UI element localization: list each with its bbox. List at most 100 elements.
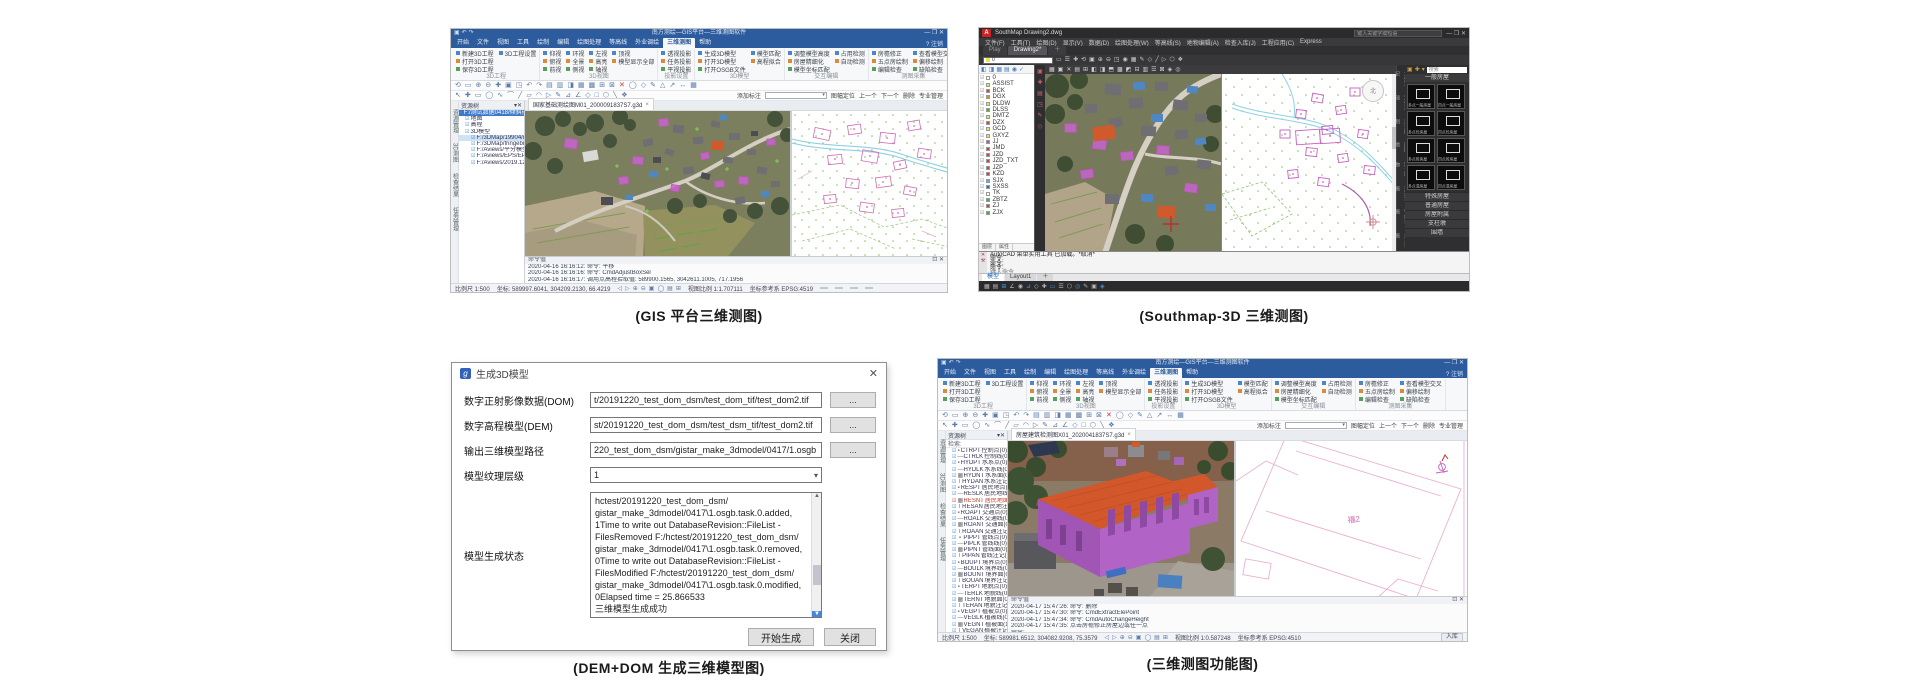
menu-item[interactable]: 绘图处理(W) [1115,38,1149,46]
ribbon-tab[interactable]: 绘制 [1020,368,1040,378]
aerial-3d-view[interactable] [525,111,790,256]
window-controls[interactable]: — ❐ ✕ [924,29,944,38]
browse-button[interactable]: ... [830,442,876,458]
side-tab[interactable]: 3D测图 [451,143,459,163]
ribbon-tab[interactable]: 编辑 [1040,368,1060,378]
toolbar-icon[interactable]: ▭ [962,421,969,431]
layer-color-swatch[interactable] [986,198,990,202]
layer-color-swatch[interactable] [986,140,990,144]
file-tab[interactable]: Drawing2* [1008,46,1048,55]
vector-parcel-view[interactable]: 福2 [1236,441,1467,596]
status-icon[interactable]: ◁ [617,285,622,292]
toolbar-icon[interactable]: ⟲ [942,411,948,421]
house-template-tile[interactable]: 四点一般房屋 [1437,84,1465,109]
image-tool-icon[interactable]: ⬒ [1108,66,1114,73]
toolbar-icon[interactable]: ⟲ [455,81,461,91]
layer-tool-icon[interactable]: ◧ [981,66,987,73]
image-tool-icon[interactable]: ◎ [1175,66,1180,73]
toolbar-icon[interactable]: ↔ [679,81,686,91]
ribbon-button[interactable]: 模型坐标匹配 [1275,395,1317,403]
tree-filter[interactable]: 检索: [946,440,1007,448]
close-tab-icon[interactable]: × [1127,432,1131,438]
path-input[interactable]: t/20191220_test_dom_dsm/test_dom_tif/tes… [590,392,822,408]
menu-item[interactable]: 地物编辑(A) [1187,38,1219,46]
ribbon-button[interactable]: 3D工程设置 [986,379,1024,387]
toolbar-icon[interactable]: ↗ [669,81,675,91]
status-icon[interactable]: ◁ [1104,634,1109,641]
status-icon[interactable]: ⬡ [1067,283,1072,290]
ribbon-tab[interactable]: 外业调绘 [1118,368,1150,378]
file-tab[interactable]: Play [983,46,1007,55]
ribbon-button[interactable]: 编辑检查 [872,65,908,73]
ribbon-tab[interactable]: 三维测图 [1150,368,1182,378]
layer-color-swatch[interactable] [986,108,990,112]
house-template-tile[interactable]: 四点砖房屋 [1437,138,1465,163]
toolbar-icon[interactable]: ◯ [1116,411,1124,421]
toolbar-icon[interactable]: ↶ [526,81,532,91]
ribbon-button[interactable]: 高程拟合 [751,57,781,65]
layout-tab[interactable]: 模型 [982,274,1004,281]
toolbar-icon[interactable]: ◇ [641,81,646,91]
toolbar-icon[interactable]: ▣ [505,81,512,91]
toolbar-icon[interactable]: ▷ [1162,55,1167,65]
status-icon[interactable]: ▣ [1091,283,1097,290]
start-generate-button[interactable]: 开始生成 [748,628,814,646]
image-tool-icon[interactable]: ▤ [1074,66,1080,73]
status-icon[interactable]: ▭ [1050,283,1056,290]
toolbar-action[interactable]: 下一个 [881,91,899,100]
ribbon-button[interactable]: 编辑检查 [1359,395,1395,403]
toolbar-icon[interactable]: ✕ [1106,411,1112,421]
toolbar-action[interactable]: 上一个 [1379,421,1397,430]
toolbar-icon[interactable]: ╱ [518,91,522,101]
status-icon[interactable]: ☰ [1058,283,1063,290]
ribbon-tab[interactable]: 开始 [940,368,960,378]
ribbon-button[interactable]: 保存3D工程 [943,395,981,403]
toolbar-icon[interactable]: ✕ [619,81,625,91]
toolbar-icon[interactable]: ⊠ [609,81,615,91]
ribbon-tab[interactable]: 绘图处理 [573,38,605,48]
toolbar-icon[interactable]: ◇ [1128,411,1133,421]
toolbar-icon[interactable]: ◳ [1003,411,1010,421]
menu-item[interactable]: 显示(V) [1063,38,1083,46]
toolbar-icon[interactable]: ▭ [1056,55,1062,65]
quick-icon[interactable]: ↷ [956,359,961,368]
menu-item[interactable]: 文件(F) [985,38,1005,46]
scrollbar[interactable] [1392,74,1396,251]
window-controls[interactable]: — ❐ ✕ [1446,30,1466,37]
layer-tool-icon[interactable]: ✓ [1019,66,1024,73]
ribbon-tab[interactable]: 工具 [1000,368,1020,378]
menu-item[interactable]: 检查入库(J) [1225,38,1256,46]
panel-tab[interactable]: 属性 [996,244,1013,251]
toolbar-icon[interactable]: ╱ [1155,55,1159,65]
ribbon-button[interactable]: 模型显示全部 [612,57,654,65]
quick-icon[interactable]: ▣ [941,359,947,368]
house-template-tile[interactable]: 多点混房屋 [1407,165,1435,190]
status-button[interactable] [835,287,843,289]
status-button[interactable] [850,287,858,289]
vertical-tool-icon[interactable]: ▣ [1037,69,1043,76]
toolbar-icon[interactable]: ⬡ [1169,55,1174,65]
status-icon[interactable]: ▤ [667,285,673,292]
status-icon[interactable]: ✚ [1042,283,1047,290]
ribbon-tab[interactable]: 开始 [453,38,473,48]
palette-icon[interactable]: ✚ [1415,66,1420,73]
vertical-tool-icon[interactable]: ◇ [1038,124,1043,131]
menu-item[interactable]: 数据(D) [1089,38,1109,46]
ribbon-tab[interactable]: 绘制 [533,38,553,48]
toolbar-icon[interactable]: ◇ [1147,55,1152,65]
toolbar-icon[interactable]: ✚ [1073,55,1078,65]
image-tool-icon[interactable]: ◨ [1100,66,1106,73]
layer-color-swatch[interactable] [986,204,990,208]
toolbar-icon[interactable]: ▤ [546,81,553,91]
toolbar-icon[interactable]: ✎ [650,81,656,91]
toolbar-icon[interactable]: ◉ [1123,55,1128,65]
image-tool-icon[interactable]: ▦ [1049,66,1055,73]
browse-button[interactable]: ... [830,392,876,408]
toolbar-icon[interactable]: ◯ [485,91,493,101]
layer-color-swatch[interactable] [986,159,990,163]
image-tool-icon[interactable]: ✕ [1066,66,1071,73]
autocad-logo-icon[interactable]: A [982,29,991,37]
toolbar-icon[interactable]: ▥ [1044,411,1051,421]
store-button[interactable]: 入库 [1441,633,1463,642]
toolbar-icon[interactable]: ✚ [982,411,988,421]
